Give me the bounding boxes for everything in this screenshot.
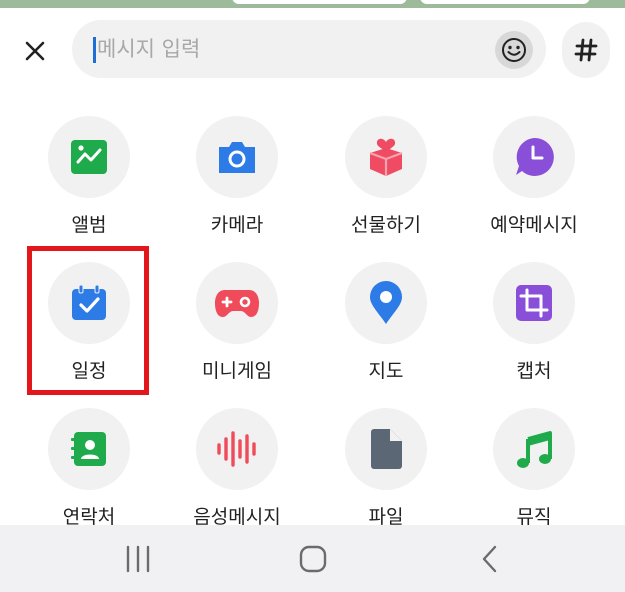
attachment-icon-bg <box>493 262 575 344</box>
album-icon <box>71 140 107 174</box>
back-button[interactable] <box>460 535 520 583</box>
attachment-label: 캡처 <box>516 360 552 382</box>
scheduled-message-icon <box>516 137 554 176</box>
attachment-icon-bg <box>345 116 427 198</box>
contact-icon <box>71 432 106 466</box>
attachment-icon-bg <box>493 116 575 198</box>
back-chevron-icon <box>482 545 497 573</box>
file-icon <box>371 429 402 469</box>
voice-message-icon <box>217 431 256 467</box>
gift-icon <box>369 138 403 176</box>
attachment-icon-bg <box>345 408 427 490</box>
home-button[interactable] <box>283 535 343 583</box>
crop-icon <box>516 285 552 321</box>
attachment-icon-bg <box>493 408 575 490</box>
highlight-box <box>27 246 149 395</box>
attachment-label: 지도 <box>368 360 404 382</box>
attachment-capture[interactable]: 캡처 <box>464 262 604 402</box>
attachment-camera[interactable]: 카메라 <box>167 116 307 256</box>
attachment-label: 선물하기 <box>351 214 421 236</box>
attachment-icon-bg <box>196 116 278 198</box>
attachment-icon-bg <box>196 262 278 344</box>
recent-apps-icon <box>126 545 150 573</box>
attachment-icon-bg <box>48 408 130 490</box>
attachment-scheduled-message[interactable]: 예약메시지 <box>464 116 604 256</box>
home-icon <box>299 545 327 573</box>
attachment-icon-bg <box>345 262 427 344</box>
attachment-label: 앨범 <box>71 214 107 236</box>
attachment-icon-bg <box>48 116 130 198</box>
navigation-bar <box>0 525 625 592</box>
music-icon <box>517 431 552 468</box>
attachment-gift[interactable]: 선물하기 <box>316 116 456 256</box>
attachment-label: 예약메시지 <box>490 214 578 236</box>
attachment-label: 카메라 <box>210 214 264 236</box>
camera-icon <box>219 142 255 173</box>
gamepad-icon <box>215 290 259 317</box>
recent-apps-button[interactable] <box>108 535 168 583</box>
map-pin-icon <box>370 281 402 324</box>
attachment-album[interactable]: 앨범 <box>19 116 159 256</box>
attachment-label: 미니게임 <box>202 360 272 382</box>
attachment-icon-bg <box>196 408 278 490</box>
attachment-minigame[interactable]: 미니게임 <box>167 262 307 402</box>
attachment-map[interactable]: 지도 <box>316 262 456 402</box>
